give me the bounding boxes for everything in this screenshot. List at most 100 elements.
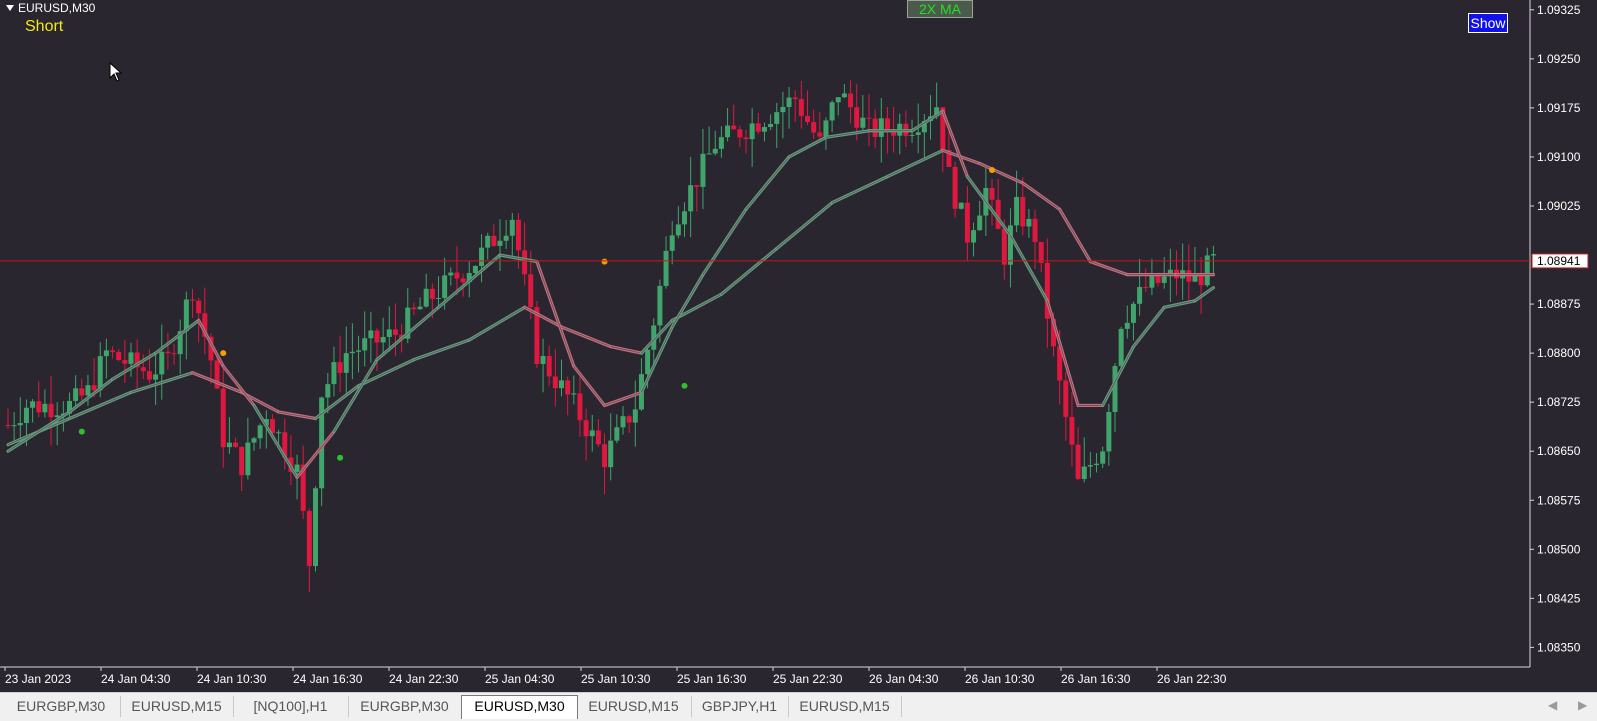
candle-body (343, 353, 349, 373)
candle-body (786, 97, 792, 107)
time-tick-label: 24 Jan 10:30 (197, 672, 267, 686)
candle-body (294, 464, 300, 472)
symbol-label[interactable]: EURUSD,M30 (6, 1, 95, 15)
candle-body (626, 416, 632, 423)
candle-body (958, 202, 964, 209)
candle-body (565, 380, 571, 395)
candle-body (417, 306, 423, 310)
ma-fast-line-core (702, 208, 747, 276)
ma-fast-line-core (1194, 287, 1214, 302)
tab-eurusd-m15[interactable]: EURUSD,M15 (120, 696, 234, 717)
chart-window[interactable]: 1.08941 1.09325 1.09250 1.09175 1.09100 1.09… (0, 0, 1597, 692)
time-tick-label: 26 Jan 22:30 (1157, 672, 1227, 686)
candle-body (663, 250, 669, 286)
time-tick-label: 26 Jan 04:30 (869, 672, 939, 686)
candle-body (854, 107, 860, 128)
chart-tab-bar: EURGBP,M30 EURUSD,M15 [NQ100],H1 EURGBP,M30… (0, 692, 1597, 721)
candle-body (552, 376, 558, 389)
ma-slow-line-core (610, 346, 642, 354)
candle-body (608, 440, 614, 468)
candle-body (884, 118, 890, 131)
time-tick-label: 25 Jan 04:30 (485, 672, 555, 686)
tab-eurusd-m15[interactable]: EURUSD,M15 (576, 696, 692, 717)
show-button[interactable]: Show (1468, 13, 1508, 33)
candle-body (528, 274, 534, 308)
price-tick-label: 1.08350 (1537, 640, 1581, 654)
time-axis[interactable]: 23 Jan 2023 24 Jan 04:30 24 Jan 10:30 24 Ja… (4, 667, 1227, 686)
candle-body (1020, 197, 1026, 227)
scroll-left-icon[interactable]: ◀ (1548, 698, 1557, 712)
candle-body (42, 403, 48, 413)
candle-body (811, 122, 817, 133)
tab-nq100-h1[interactable]: [NQ100],H1 (233, 696, 349, 717)
candle-body (226, 442, 232, 448)
candle-body (737, 129, 743, 138)
candle-body (165, 351, 171, 354)
tab-eurgbp-m30[interactable]: EURGBP,M30 (2, 696, 121, 717)
candle-body (337, 362, 343, 373)
candle-body (589, 430, 595, 437)
candle-body (1192, 275, 1198, 282)
price-tick-label: 1.08575 (1537, 493, 1581, 507)
candle-body (1143, 286, 1149, 288)
candle-body (1137, 286, 1143, 304)
price-tick-label: 1.09025 (1537, 199, 1581, 213)
candle-body (85, 385, 91, 396)
candle-body (196, 300, 202, 314)
time-tick-label: 25 Jan 10:30 (581, 672, 651, 686)
candle-body (380, 336, 386, 343)
candle-body (749, 123, 755, 140)
candle-body (313, 488, 318, 567)
candle-body (448, 272, 454, 276)
candle-body (497, 240, 503, 246)
candle-body (823, 120, 829, 137)
candle-body (1087, 465, 1093, 467)
candle-body (159, 351, 165, 375)
sell-signal-dot (601, 258, 608, 265)
tab-eurusd-m15[interactable]: EURUSD,M15 (788, 696, 902, 717)
tab-gbpjpy-h1[interactable]: GBPJPY,H1 (691, 696, 789, 717)
price-axis[interactable]: 1.09325 1.09250 1.09175 1.09100 1.09025 1.088… (1530, 3, 1581, 655)
scroll-right-icon[interactable]: ▶ (1578, 698, 1587, 712)
price-tick-label: 1.09325 (1537, 3, 1581, 17)
time-tick-label: 24 Jan 22:30 (389, 672, 459, 686)
collapse-triangle-icon[interactable] (6, 5, 14, 11)
candle-body (583, 420, 589, 437)
ma-toggle-button[interactable]: 2X MA (907, 0, 973, 18)
price-tick-label: 1.09100 (1537, 150, 1581, 164)
candle-body (657, 285, 663, 326)
candle-body (1063, 380, 1069, 417)
ma-fast-line-core (1133, 306, 1165, 347)
candle-body (848, 93, 854, 108)
candle-body (48, 403, 54, 418)
price-tick-label: 1.08800 (1537, 346, 1581, 360)
price-chart[interactable]: 1.08941 1.093251.092501.091751.091001.09… (0, 0, 1597, 692)
time-tick-label: 26 Jan 10:30 (965, 672, 1035, 686)
candle-body (325, 384, 331, 398)
candle-body (460, 278, 466, 283)
ma-slow-line-core (1022, 182, 1061, 210)
ma-fast-line-core (604, 391, 642, 406)
tab-eurgbp-m30[interactable]: EURGBP,M30 (348, 696, 462, 717)
candle-body (1069, 416, 1075, 445)
sell-signal-dot (220, 350, 227, 357)
candle-body (860, 117, 866, 128)
candle-body (1106, 411, 1112, 452)
candle-body (276, 432, 282, 434)
candle-body (442, 275, 448, 298)
candle-body (1001, 228, 1007, 265)
candle-body (171, 353, 177, 355)
candle-body (1100, 451, 1106, 464)
time-tick-label: 24 Jan 04:30 (101, 672, 171, 686)
candle-body (706, 153, 712, 155)
ma-slow-line-core (1090, 261, 1128, 276)
candle-body (577, 393, 583, 421)
candle-body (909, 134, 915, 136)
candle-body (220, 388, 226, 448)
candle-body (386, 329, 392, 337)
candle-body (817, 132, 823, 137)
candle-body (436, 297, 441, 299)
tab-eurusd-m30[interactable]: EURUSD,M30 (461, 695, 578, 719)
candle-body (251, 438, 257, 443)
candle-body (712, 148, 718, 154)
